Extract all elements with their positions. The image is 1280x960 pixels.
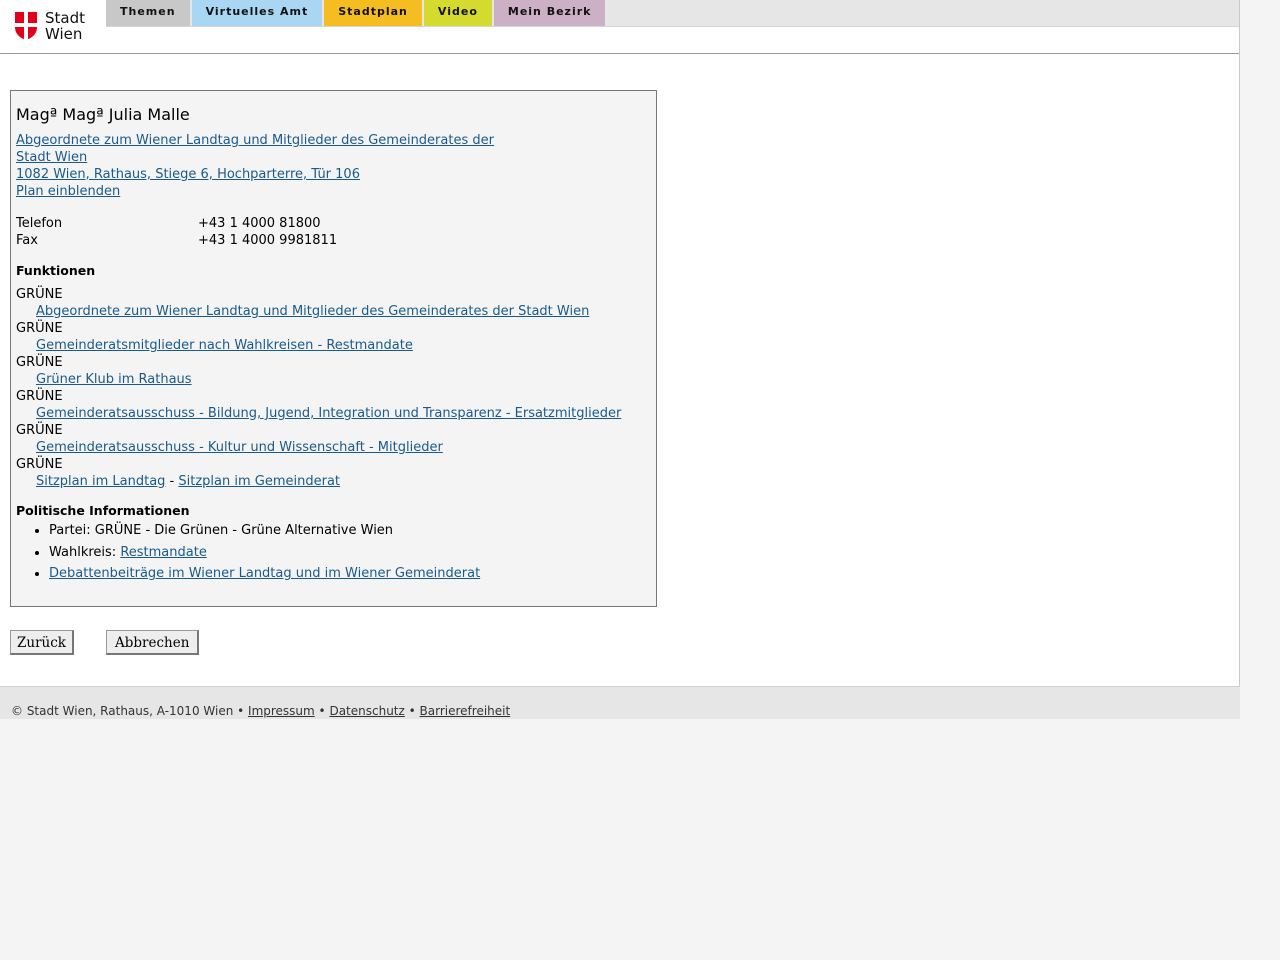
footer-separator: •	[314, 704, 330, 718]
show-map-link[interactable]: Plan einblenden	[16, 183, 651, 200]
back-button[interactable]: Zurück	[10, 630, 74, 655]
phone-row: Telefon +43 1 4000 81800	[16, 215, 651, 232]
function-link[interactable]: Grüner Klub im Rathaus	[36, 372, 192, 387]
footer-separator: •	[404, 704, 420, 718]
logo-line-2: Wien	[45, 25, 83, 43]
district-link[interactable]: Restmandate	[120, 545, 207, 560]
function-party: GRÜNE	[16, 287, 63, 302]
site-footer: © Stadt Wien, Rathaus, A-1010 Wien • Imp…	[0, 686, 1240, 719]
stadt-wien-logo[interactable]: Stadt Wien	[14, 8, 94, 44]
function-item: Grüner Klub im Rathaus	[16, 371, 651, 388]
debates-link[interactable]: Debattenbeiträge im Wiener Landtag und i…	[49, 566, 480, 581]
nav-tab-themen[interactable]: Themen	[106, 0, 190, 26]
seat-plan-gemeinderat-link[interactable]: Sitzplan im Gemeinderat	[178, 474, 340, 489]
phone-value: +43 1 4000 81800	[198, 216, 321, 231]
function-party: GRÜNE	[16, 321, 63, 336]
page: Stadt Wien Themen Virtuelles Amt Stadtpl…	[0, 0, 1240, 686]
function-party: GRÜNE	[16, 389, 63, 404]
address-block: Abgeordnete zum Wiener Landtag und Mitgl…	[16, 132, 651, 200]
debates-item: Debattenbeiträge im Wiener Landtag und i…	[49, 565, 651, 583]
district-label: Wahlkreis:	[49, 544, 121, 560]
organization-link[interactable]: Abgeordnete zum Wiener Landtag und Mitgl…	[16, 132, 651, 166]
privacy-link[interactable]: Datenschutz	[329, 704, 404, 718]
nav-tab-mein-bezirk[interactable]: Mein Bezirk	[493, 0, 606, 26]
party-item: Partei: GRÜNE - Die Grünen - Grüne Alter…	[49, 522, 651, 540]
political-info-heading: Politische Informationen	[16, 503, 190, 518]
wien-shield-icon	[15, 12, 37, 40]
logo-line-1: Stadt	[45, 9, 85, 27]
function-party: GRÜNE	[16, 423, 63, 438]
organization-line-1: Abgeordnete zum Wiener Landtag und Mitgl…	[16, 133, 494, 148]
address-link[interactable]: 1082 Wien, Rathaus, Stiege 6, Hochparter…	[16, 166, 651, 183]
functions-list: GRÜNE Abgeordnete zum Wiener Landtag und…	[16, 286, 651, 490]
function-item: Abgeordnete zum Wiener Landtag und Mitgl…	[16, 303, 651, 320]
main-navigation: Themen Virtuelles Amt Stadtplan Video Me…	[106, 0, 607, 26]
political-info-list: Partei: GRÜNE - Die Grünen - Grüne Alter…	[16, 522, 651, 583]
seat-plan-row: Sitzplan im Landtag - Sitzplan im Gemein…	[16, 473, 651, 490]
function-item: Gemeinderatsausschuss - Kultur und Wisse…	[16, 439, 651, 456]
function-party: GRÜNE	[16, 457, 63, 472]
nav-tab-virtuelles-amt[interactable]: Virtuelles Amt	[191, 0, 323, 26]
cancel-button[interactable]: Abbrechen	[106, 630, 200, 655]
logo-wordmark: Stadt Wien	[45, 10, 85, 42]
fax-value: +43 1 4000 9981811	[198, 233, 338, 248]
function-link[interactable]: Abgeordnete zum Wiener Landtag und Mitgl…	[36, 304, 589, 319]
person-name: Magª Magª Julia Malle	[16, 105, 190, 124]
fax-row: Fax +43 1 4000 9981811	[16, 232, 651, 249]
function-party: GRÜNE	[16, 355, 63, 370]
district-item: Wahlkreis: Restmandate	[49, 544, 651, 562]
person-details-box: Magª Magª Julia Malle Abgeordnete zum Wi…	[10, 90, 657, 607]
impressum-link[interactable]: Impressum	[248, 704, 315, 718]
function-item: Gemeinderatsmitglieder nach Wahlkreisen …	[16, 337, 651, 354]
copyright-text: © Stadt Wien, Rathaus, A-1010 Wien	[11, 704, 234, 718]
nav-tab-video[interactable]: Video	[423, 0, 492, 26]
function-link[interactable]: Gemeinderatsausschuss - Kultur und Wisse…	[36, 440, 443, 455]
seat-plan-separator: -	[165, 474, 179, 489]
organization-line-2: Stadt Wien	[16, 150, 88, 165]
seat-plan-landtag-link[interactable]: Sitzplan im Landtag	[36, 474, 165, 489]
function-link[interactable]: Gemeinderatsmitglieder nach Wahlkreisen …	[36, 338, 413, 353]
footer-separator: •	[233, 704, 249, 718]
nav-tab-stadtplan[interactable]: Stadtplan	[324, 0, 422, 26]
function-item: Gemeinderatsausschuss - Bildung, Jugend,…	[16, 405, 651, 422]
phone-label: Telefon	[16, 216, 63, 231]
function-link[interactable]: Gemeinderatsausschuss - Bildung, Jugend,…	[36, 406, 621, 421]
site-header: Stadt Wien Themen Virtuelles Amt Stadtpl…	[0, 0, 1239, 54]
functions-heading: Funktionen	[16, 263, 96, 278]
accessibility-link[interactable]: Barrierefreiheit	[420, 704, 511, 718]
contact-table: Telefon +43 1 4000 81800 Fax +43 1 4000 …	[16, 215, 651, 249]
fax-label: Fax	[16, 233, 38, 248]
